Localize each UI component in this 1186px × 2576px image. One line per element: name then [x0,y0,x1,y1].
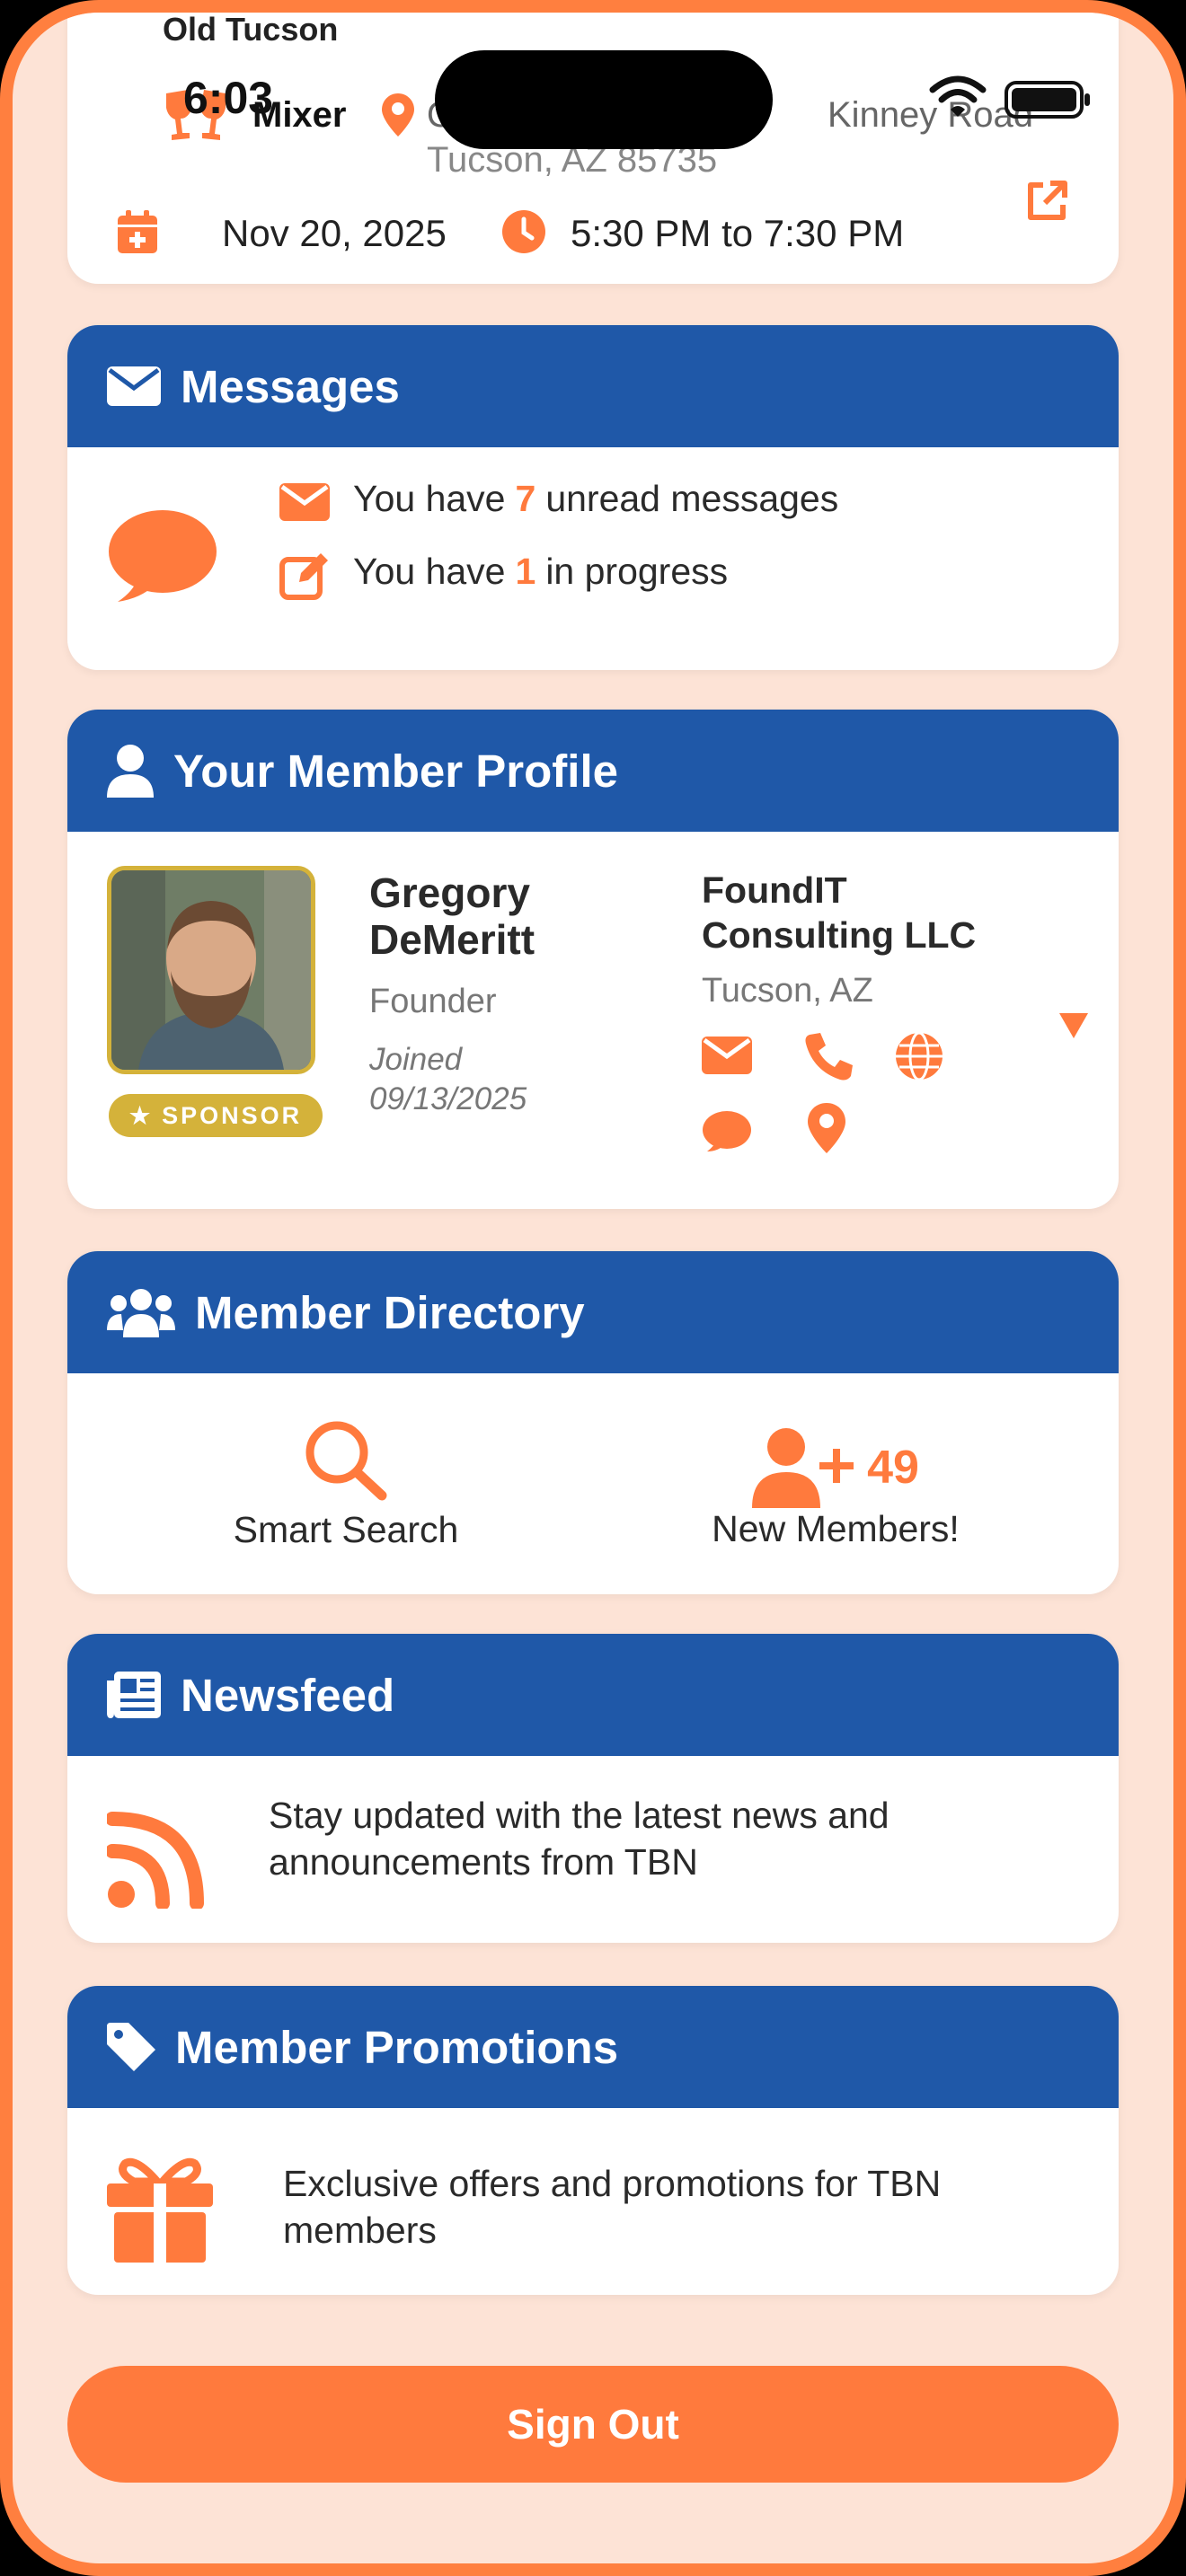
sponsor-badge-label: SPONSOR [162,1101,303,1129]
newsfeed-title: Newsfeed [181,1669,395,1721]
newspaper-icon [107,1672,161,1718]
smart-search-button[interactable]: Smart Search [211,1418,481,1551]
unread-suffix: unread messages [545,478,839,519]
messages-header: Messages [67,325,1119,447]
unread-prefix: You have [353,478,506,519]
messages-title: Messages [181,360,400,412]
map-pin-icon[interactable] [808,1103,845,1153]
sign-out-button[interactable]: Sign Out [67,2366,1119,2483]
member-joined: Joined 09/13/2025 [369,1042,527,1116]
progress-suffix: in progress [545,551,729,592]
user-icon [107,745,154,798]
member-company: FoundIT Consulting LLC [702,869,977,956]
status-time: 6:03 [183,73,274,123]
profile-body: ★ SPONSOR Gregory DeMeritt Founder Joine… [67,832,1119,1209]
clock-icon [502,210,545,253]
profile-header: Your Member Profile [67,710,1119,832]
avatar [111,870,311,1070]
event-name: Old Tucson [163,13,339,48]
smart-search-label: Smart Search [233,1509,459,1550]
directory-header: Member Directory [67,1251,1119,1373]
map-pin-icon [382,93,414,137]
users-icon [107,1289,175,1337]
wifi-icon [929,75,987,117]
progress-prefix: You have [353,551,506,592]
promotions-title: Member Promotions [175,2021,619,2073]
event-time: 5:30 PM to 7:30 PM [571,212,905,254]
envelope-icon [279,483,330,521]
in-progress-row[interactable]: You have 1 in progress [353,551,728,593]
member-role: Founder [369,983,497,1020]
speech-bubble-icon [109,510,217,602]
newsfeed-text: Stay updated with the latest news and an… [269,1795,890,1883]
profile-title: Your Member Profile [173,745,618,797]
battery-icon [1005,81,1090,119]
chevron-down-icon[interactable] [1059,1013,1088,1038]
envelope-icon [107,366,161,406]
tag-icon [107,2023,155,2071]
new-members-row: 49 [696,1427,975,1508]
newsfeed-header: Newsfeed [67,1634,1119,1756]
device-frame: Old Tucson Mixer Old Kinney Road Tucson,… [0,0,1186,2576]
profile-photo[interactable] [107,866,315,1074]
sponsor-badge: ★ SPONSOR [109,1094,323,1137]
calendar-plus-icon [118,210,157,253]
unread-messages-row[interactable]: You have 7 unread messages [353,478,838,520]
promotions-card[interactable]: Member Promotions Exclusive offers and p… [67,1986,1119,2295]
member-location: Tucson, AZ [702,972,873,1010]
email-icon[interactable] [702,1037,752,1074]
event-date: Nov 20, 2025 [222,212,447,254]
messages-card[interactable]: Messages You have 7 unread messages You … [67,325,1119,670]
unread-count: 7 [515,478,536,519]
new-members-count: 49 [867,1442,919,1494]
new-members-button[interactable]: 49 New Members! [696,1427,975,1550]
globe-icon[interactable] [894,1031,944,1081]
star-icon: ★ [128,1101,154,1129]
progress-count: 1 [515,551,536,592]
gift-icon [107,2157,213,2263]
screen: Old Tucson Mixer Old Kinney Road Tucson,… [13,13,1173,2563]
newsfeed-card[interactable]: Newsfeed Stay updated with the latest ne… [67,1634,1119,1943]
member-profile-card[interactable]: Your Member Profile ★ SPONSOR Gregory De… [67,710,1119,1209]
member-name: Gregory DeMeritt [369,869,535,963]
user-plus-icon [752,1428,854,1508]
edit-icon [279,553,328,600]
directory-title: Member Directory [195,1286,585,1338]
rss-icon [107,1812,204,1909]
dynamic-island [435,50,773,149]
search-icon [305,1421,387,1501]
external-link-icon[interactable] [1023,178,1070,225]
promotions-header: Member Promotions [67,1986,1119,2108]
chat-icon[interactable] [702,1110,752,1153]
new-members-label: New Members! [712,1508,960,1549]
member-directory-card[interactable]: Member Directory Smart Search 49 New Mem… [67,1251,1119,1594]
phone-icon[interactable] [804,1031,854,1081]
promotions-text: Exclusive offers and promotions for TBN … [283,2163,942,2251]
